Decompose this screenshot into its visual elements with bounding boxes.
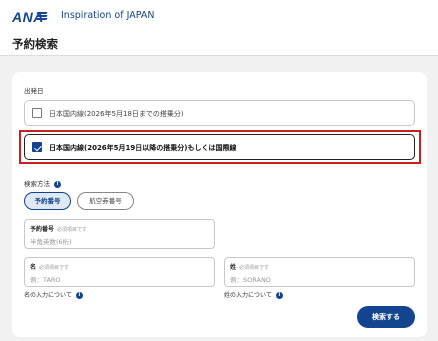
required-note: 必須項目です (57, 227, 88, 233)
departure-date-label: 出発日 (24, 87, 44, 95)
option-label: 日本国内線(2026年5月18日までの搭乗分) (49, 110, 184, 118)
search-form-card: 出発日 日本国内線(2026年5月18日までの搭乗分) 日本国内線(2026年5… (12, 72, 427, 337)
first-name-field[interactable]: 名必須項目です 例：TARO (24, 257, 215, 287)
site-header: ANA Inspiration of JAPAN (0, 0, 438, 31)
field-label: 予約番号 必須項目です (30, 224, 87, 233)
help-text: 名の入力について (24, 292, 72, 299)
search-method-text: 検索方法 (24, 180, 50, 188)
page-title: 予約検索 (12, 37, 58, 51)
last-name-help[interactable]: 姓の入力について i (224, 290, 283, 299)
help-text: 姓の入力について (224, 292, 272, 299)
required-note: 必須項目です (239, 265, 270, 271)
first-name-help[interactable]: 名の入力について i (24, 290, 83, 299)
logo-stripes-icon (36, 12, 48, 20)
tab-reservation-number[interactable]: 予約番号 (24, 192, 71, 210)
last-name-field[interactable]: 姓必須項目です 例：SORANO (224, 257, 415, 287)
field-label-text: 姓 (230, 264, 237, 271)
checkbox-icon[interactable] (32, 108, 42, 118)
field-placeholder: 半角英数(6桁) (30, 238, 72, 246)
field-label-text: 名 (30, 264, 37, 271)
search-button[interactable]: 検索する (357, 306, 415, 328)
title-bar: 予約検索 (0, 31, 438, 56)
search-method-label: 検索方法 i (24, 178, 61, 188)
reservation-number-field[interactable]: 予約番号 必須項目です 半角英数(6桁) (24, 219, 215, 249)
field-label: 姓必須項目です (230, 262, 269, 271)
info-icon[interactable]: i (75, 292, 83, 299)
field-label-text: 予約番号 (30, 226, 55, 233)
required-note: 必須項目です (39, 265, 70, 271)
info-icon[interactable]: i (275, 292, 283, 299)
brand-tagline: Inspiration of JAPAN (61, 10, 155, 21)
field-placeholder: 例：TARO (30, 276, 61, 284)
selection-highlight-box (19, 130, 421, 164)
tab-ticket-number[interactable]: 航空券番号 (77, 192, 134, 210)
info-icon[interactable]: i (54, 180, 61, 188)
field-label: 名必須項目です (30, 262, 69, 271)
field-placeholder: 例：SORANO (230, 276, 271, 284)
departure-option-domestic-before[interactable]: 日本国内線(2026年5月18日までの搭乗分) (24, 100, 415, 126)
